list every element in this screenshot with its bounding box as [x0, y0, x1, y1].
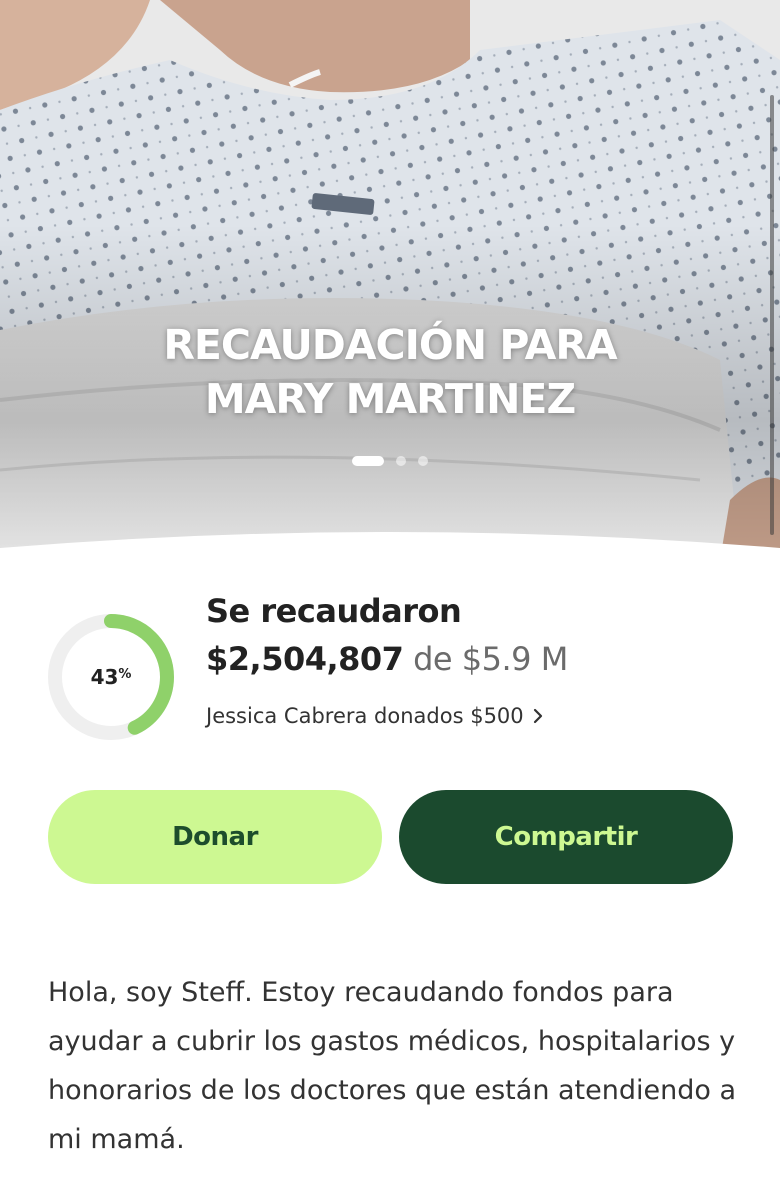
progress-percent-sign: % [118, 666, 132, 682]
hero-bottom-curve [0, 532, 780, 580]
raised-amount-line: $2,504,807 de $5.9 M [206, 640, 568, 678]
chevron-right-icon [533, 708, 542, 724]
scrollbar[interactable] [770, 95, 774, 535]
carousel-dot-3[interactable] [418, 456, 428, 466]
progress-percent-value: 43 [90, 665, 119, 689]
carousel-dot-2[interactable] [396, 456, 406, 466]
carousel-dots[interactable] [0, 456, 780, 466]
share-button[interactable]: Compartir [399, 790, 733, 884]
donate-button[interactable]: Donar [48, 790, 382, 884]
raised-title: Se recaudaron [206, 592, 462, 630]
campaign-title-line1: RECAUDACIÓN PARA [163, 321, 617, 369]
hero-overlay [0, 0, 780, 560]
raised-amount: $2,504,807 [206, 640, 404, 678]
goal-text: de $5.9 M [413, 640, 568, 678]
hero-banner[interactable]: RECAUDACIÓN PARA MARY MARTINEZ [0, 0, 780, 560]
recent-donation-text: Jessica Cabrera donados $500 [206, 704, 524, 728]
campaign-title-line2: MARY MARTINEZ [204, 375, 576, 423]
carousel-dot-1[interactable] [352, 456, 384, 466]
recent-donation-link[interactable]: Jessica Cabrera donados $500 [206, 704, 544, 728]
campaign-title: RECAUDACIÓN PARA MARY MARTINEZ [0, 318, 780, 426]
progress-percent: 43% [46, 612, 176, 742]
campaign-description: Hola, soy Steff. Estoy recaudando fondos… [48, 977, 737, 1155]
